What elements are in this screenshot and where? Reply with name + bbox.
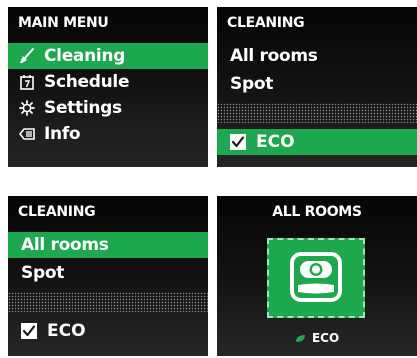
- cleaning-allrooms-screen: CLEANING All rooms Spot ECO: [8, 196, 208, 356]
- robot-vacuum-icon: [290, 252, 342, 302]
- checkbox-icon: [21, 323, 37, 339]
- eco-label: ECO: [256, 132, 295, 152]
- menu-item-spot[interactable]: Spot: [217, 71, 417, 97]
- screen-title: CLEANING: [18, 204, 96, 220]
- screen-title: MAIN MENU: [18, 15, 109, 31]
- broom-icon: [18, 47, 36, 65]
- menu-item-settings[interactable]: Settings: [8, 95, 208, 121]
- screen-title: CLEANING: [227, 15, 305, 31]
- all-rooms-screen: ALL ROOMS ECO: [217, 196, 417, 356]
- menu-item-schedule[interactable]: Schedule: [8, 69, 208, 95]
- main-menu-screen: MAIN MENU Cleaning Schedule Settings Inf…: [8, 7, 208, 167]
- menu-item-label: Settings: [44, 98, 122, 118]
- dotted-separator: [217, 103, 417, 123]
- eco-indicator: ECO: [217, 331, 417, 345]
- checkbox-icon: [230, 134, 246, 150]
- menu-item-label: Schedule: [44, 72, 130, 92]
- robot-status-panel: [267, 238, 365, 318]
- menu-item-spot[interactable]: Spot: [8, 260, 208, 286]
- eco-toggle[interactable]: ECO: [217, 129, 417, 155]
- gear-icon: [18, 99, 36, 117]
- dotted-separator: [8, 292, 208, 312]
- menu-item-info[interactable]: Info: [8, 121, 208, 147]
- menu-item-label: All rooms: [230, 46, 318, 66]
- screen-title: ALL ROOMS: [272, 204, 362, 220]
- calendar-icon: [18, 73, 36, 91]
- menu-item-label: Cleaning: [44, 46, 126, 66]
- menu-item-all-rooms[interactable]: All rooms: [8, 232, 208, 258]
- menu-item-label: All rooms: [21, 235, 109, 255]
- menu-item-label: Spot: [230, 74, 274, 94]
- menu-item-label: Spot: [21, 263, 65, 283]
- eco-toggle[interactable]: ECO: [8, 318, 208, 344]
- eco-label: ECO: [311, 331, 340, 345]
- leaf-icon: [295, 335, 305, 342]
- menu-item-cleaning[interactable]: Cleaning: [8, 43, 208, 69]
- menu-item-label: Info: [44, 124, 81, 144]
- menu-item-all-rooms[interactable]: All rooms: [217, 43, 417, 69]
- eco-label: ECO: [47, 321, 86, 341]
- info-icon: [18, 125, 36, 143]
- cleaning-eco-screen: CLEANING All rooms Spot ECO: [217, 7, 417, 167]
